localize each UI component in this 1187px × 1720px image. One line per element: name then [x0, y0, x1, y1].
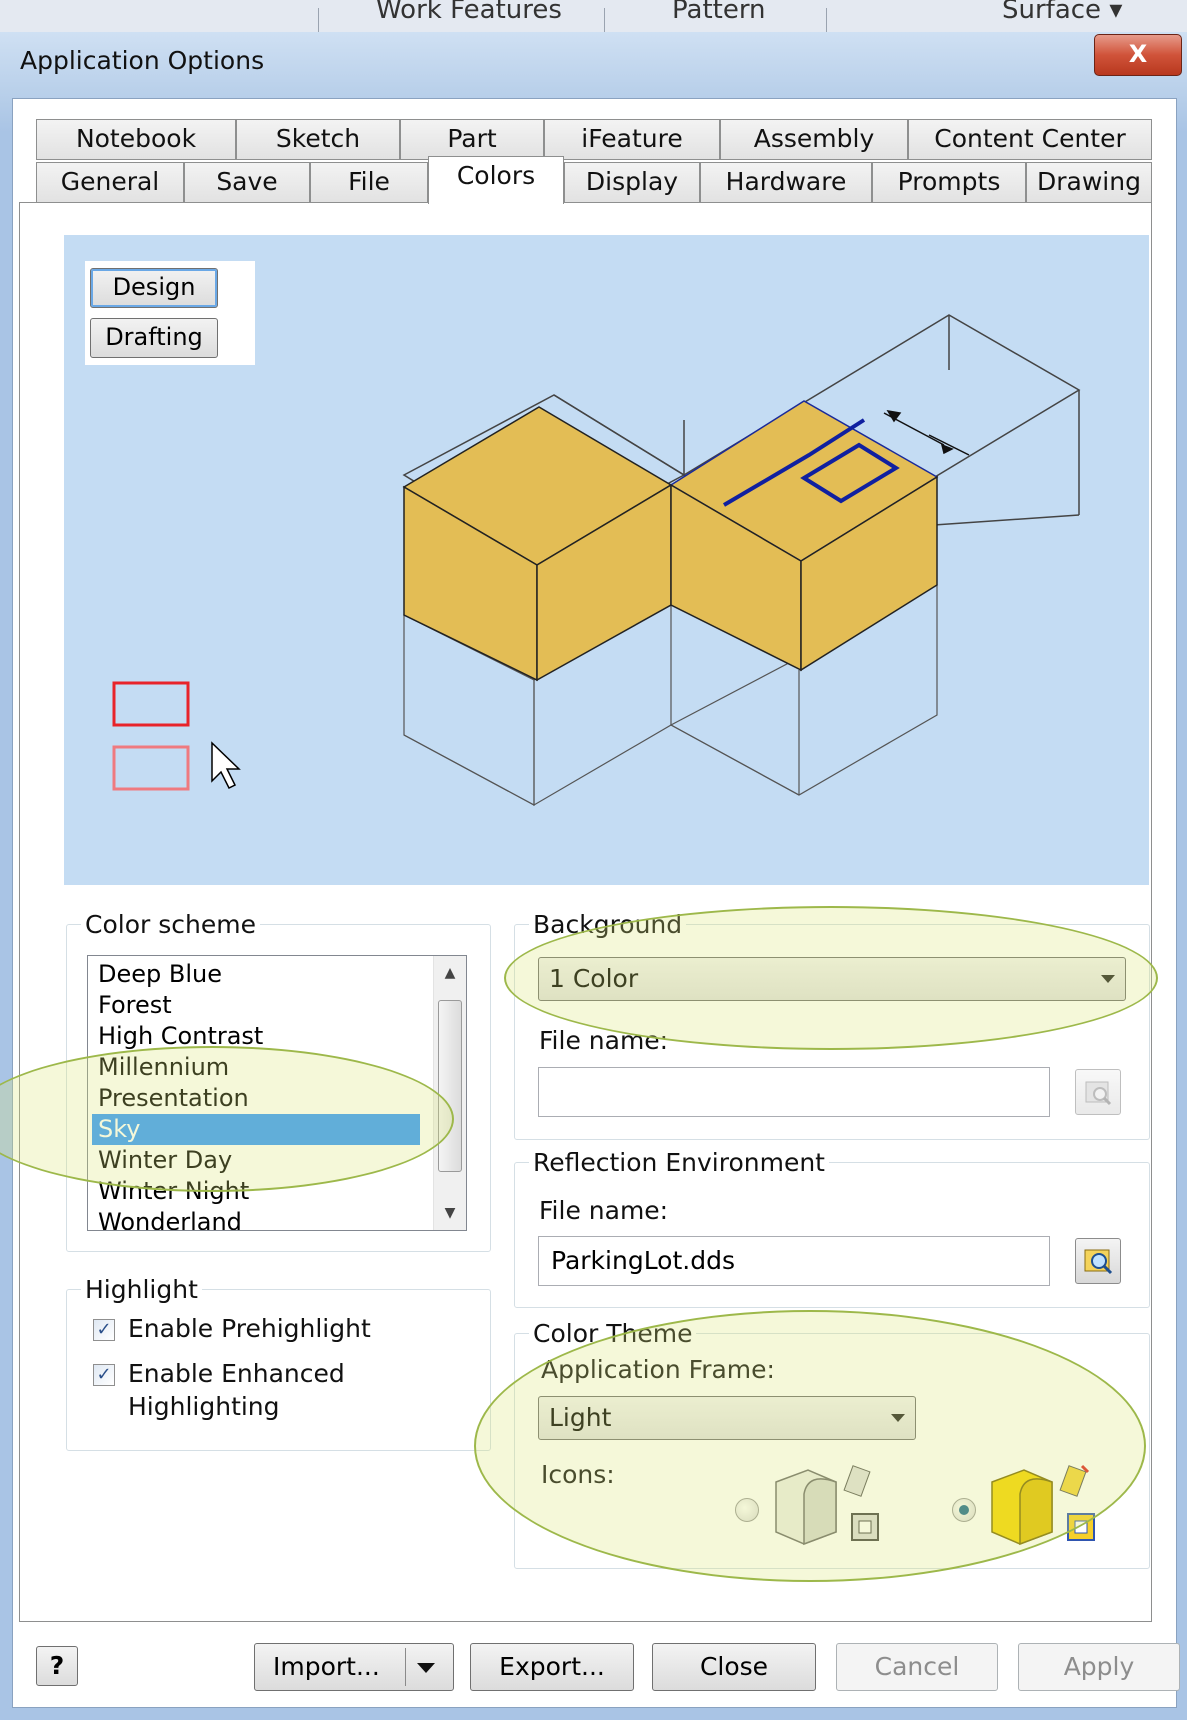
reflection-file-input[interactable]: ParkingLot.dds [538, 1236, 1050, 1286]
close-button[interactable]: Close [652, 1643, 816, 1691]
dialog-title: Application Options [20, 46, 265, 75]
scrollbar-thumb[interactable] [438, 1000, 462, 1172]
scroll-up-arrow-icon[interactable]: ▲ [434, 958, 466, 988]
close-window-button[interactable]: X [1094, 34, 1182, 76]
prehighlight-checkbox[interactable]: ✓ [93, 1319, 115, 1341]
ribbon-work-features[interactable]: Work Features [376, 0, 562, 26]
tab-hardware[interactable]: Hardware [700, 162, 872, 203]
prehighlight-label: Enable Prehighlight [128, 1314, 371, 1343]
tab-file[interactable]: File [310, 162, 428, 203]
import-button[interactable]: Import... [254, 1643, 454, 1691]
help-button[interactable]: ? [36, 1646, 78, 1686]
tab-notebook[interactable]: Notebook [36, 119, 236, 160]
ribbon-surface[interactable]: Surface ▾ [1002, 0, 1122, 26]
annotation-ellipse [504, 906, 1158, 1050]
enhanced-highlighting-label-1: Enable Enhanced [128, 1359, 345, 1388]
ribbon-pattern[interactable]: Pattern [672, 0, 766, 26]
folder-browse-icon [1085, 1081, 1112, 1106]
tab-display[interactable]: Display [564, 162, 700, 203]
color-scheme-label: Color scheme [81, 911, 260, 939]
export-button[interactable]: Export... [470, 1643, 634, 1691]
import-button-label: Import... [273, 1652, 380, 1681]
background-browse-button[interactable] [1075, 1069, 1121, 1115]
tab-assembly[interactable]: Assembly [720, 119, 908, 160]
tab-part[interactable]: Part [400, 119, 544, 160]
design-button[interactable]: Design [90, 268, 218, 308]
background-file-input[interactable] [538, 1067, 1050, 1117]
ribbon-separator [318, 8, 319, 32]
folder-browse-icon [1084, 1249, 1113, 1275]
tab-save[interactable]: Save [184, 162, 310, 203]
ribbon-separator [826, 8, 827, 32]
highlight-label: Highlight [81, 1276, 202, 1304]
reflection-browse-button[interactable] [1075, 1238, 1121, 1284]
list-item[interactable]: Wonderland [96, 1207, 420, 1230]
title-bar: Application Options X [0, 32, 1187, 96]
tab-colors[interactable]: Colors [428, 156, 564, 204]
annotation-ellipse [474, 1310, 1146, 1582]
reflection-environment-group [514, 1162, 1150, 1308]
cancel-button[interactable]: Cancel [836, 1643, 998, 1691]
enhanced-highlighting-checkbox[interactable]: ✓ [93, 1364, 115, 1386]
split-separator [405, 1648, 406, 1686]
tab-sketch[interactable]: Sketch [236, 119, 400, 160]
enhanced-highlighting-label-2: Highlighting [128, 1392, 280, 1421]
ribbon-separator [604, 8, 605, 32]
reflection-environment-label: Reflection Environment [529, 1149, 829, 1177]
apply-button[interactable]: Apply [1018, 1643, 1180, 1691]
import-dropdown-arrow-icon[interactable] [417, 1663, 435, 1673]
reflection-file-label: File name: [539, 1196, 669, 1225]
tab-drawing[interactable]: Drawing [1026, 162, 1152, 203]
tab-general[interactable]: General [36, 162, 184, 203]
scroll-down-arrow-icon[interactable]: ▼ [434, 1198, 466, 1228]
list-item[interactable]: Forest [96, 990, 420, 1021]
list-item[interactable]: Deep Blue [96, 959, 420, 990]
tab-content-center[interactable]: Content Center [908, 119, 1152, 160]
tab-ifeature[interactable]: iFeature [544, 119, 720, 160]
ribbon-strip: Work Features Pattern Surface ▾ [0, 0, 1187, 32]
drafting-button[interactable]: Drafting [90, 318, 218, 358]
tab-prompts[interactable]: Prompts [872, 162, 1026, 203]
